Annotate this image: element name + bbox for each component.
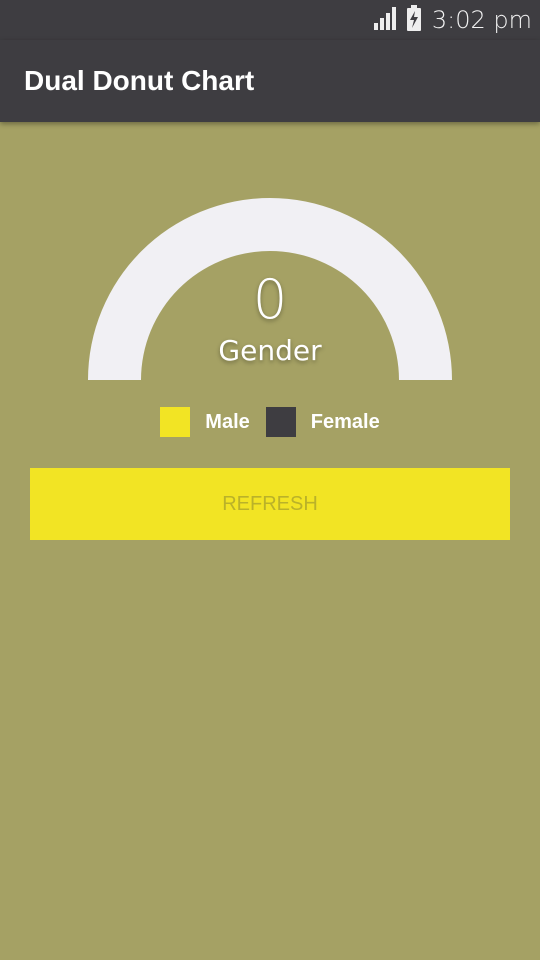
legend: Male Female xyxy=(0,406,540,438)
legend-label-male: Male xyxy=(205,410,250,433)
legend-item-male: Male xyxy=(160,407,250,437)
gauge-value: 0 xyxy=(252,268,288,331)
battery-charging-icon xyxy=(406,4,422,36)
signal-icon xyxy=(373,6,400,35)
legend-swatch-female xyxy=(265,407,296,437)
gauge-label: Gender xyxy=(218,334,322,367)
app-title: Dual Donut Chart xyxy=(24,65,255,96)
refresh-button[interactable]: REFRESH xyxy=(30,468,510,540)
legend-swatch-male xyxy=(160,407,191,437)
status-time: 3:02 pm xyxy=(431,6,532,34)
status-icons: 3:02 pm xyxy=(373,0,532,40)
app-bar: Dual Donut Chart xyxy=(0,40,540,122)
legend-item-female: Female xyxy=(265,407,380,437)
legend-label-female: Female xyxy=(310,410,380,433)
status-bar: 3:02 pm xyxy=(0,0,540,40)
